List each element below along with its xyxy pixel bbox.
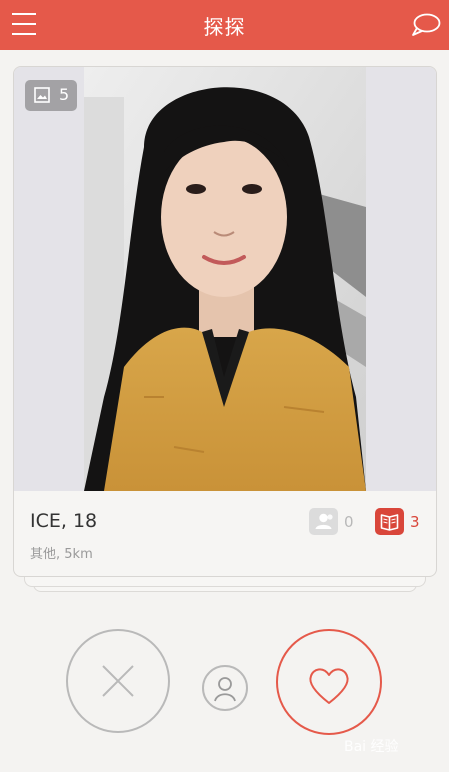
chat-bubble-icon[interactable]	[410, 10, 442, 40]
mutual-friends-icon	[309, 508, 338, 535]
page-title: 探探	[203, 15, 246, 39]
heart-icon	[309, 668, 349, 704]
book-icon	[375, 508, 404, 535]
profile-location: 其他, 5km	[30, 547, 93, 562]
watermark-text: Bai 经验	[344, 739, 399, 755]
profile-card[interactable]: 5 ICE, 18 其他, 5km 0 3	[13, 66, 437, 577]
mutual-friends-count: 0	[344, 513, 354, 531]
close-x-icon	[102, 665, 134, 697]
like-button[interactable]	[276, 629, 382, 735]
dislike-button[interactable]	[66, 629, 170, 733]
top-bar: 探探	[0, 0, 449, 50]
image-icon	[34, 87, 50, 103]
photo-area[interactable]: 5	[14, 67, 436, 491]
photo-count-badge: 5	[25, 80, 77, 111]
profile-name-age: ICE, 18	[30, 510, 98, 532]
user-profile-icon	[214, 677, 236, 702]
profile-photo[interactable]	[84, 67, 366, 491]
photo-count: 5	[59, 85, 70, 104]
common-interests-count: 3	[410, 513, 420, 531]
view-profile-button[interactable]	[202, 665, 248, 711]
